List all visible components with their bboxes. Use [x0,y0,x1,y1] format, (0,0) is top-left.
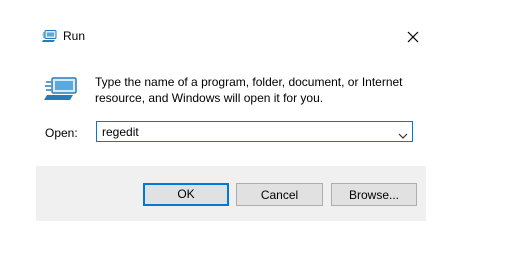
close-icon [407,31,419,43]
button-bar: OK Cancel Browse... [36,166,426,221]
browse-button[interactable]: Browse... [331,183,417,206]
chevron-down-icon[interactable] [398,127,408,139]
run-dialog: Run Type the name of a program, folder, … [36,20,426,221]
ok-button[interactable]: OK [143,183,229,206]
cancel-button[interactable]: Cancel [236,183,323,206]
open-input[interactable] [102,124,382,139]
run-app-icon [44,77,78,101]
open-combobox[interactable] [96,121,413,142]
open-label: Open: [45,126,78,140]
window-title: Run [63,29,86,43]
close-button[interactable] [402,26,424,48]
dialog-description: Type the name of a program, folder, docu… [95,75,403,105]
run-app-icon [42,29,58,43]
title-bar[interactable]: Run [36,20,426,52]
